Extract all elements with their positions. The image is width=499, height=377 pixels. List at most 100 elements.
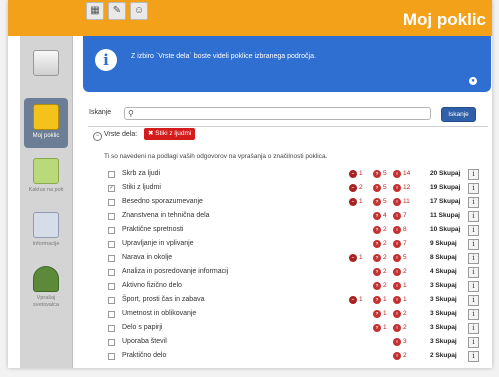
info-button[interactable]: i xyxy=(468,351,479,362)
item-label[interactable]: Analiza in posredovanje informacij xyxy=(122,267,228,277)
list-item[interactable]: Skrb za ljudi −1? 5! 14 20 Skupaj i xyxy=(104,169,484,181)
item-label[interactable]: Praktične spretnosti xyxy=(122,225,183,235)
total-count: 3 Skupaj xyxy=(430,338,457,345)
count-1: 1 xyxy=(359,170,363,177)
count-3: 7 xyxy=(403,212,407,219)
neutral-icon: ? xyxy=(373,198,381,206)
info-button[interactable]: i xyxy=(468,253,479,264)
item-label[interactable]: Upravljanje in vplivanje xyxy=(122,239,194,249)
item-checkbox[interactable] xyxy=(108,339,115,346)
item-checkbox[interactable] xyxy=(108,325,115,332)
list-item[interactable]: Analiza in posredovanje informacij? 2! 2 4 … xyxy=(104,267,484,279)
info-button[interactable]: i xyxy=(468,211,479,222)
item-label[interactable]: Narava in okolje xyxy=(122,253,172,263)
search-field[interactable]: ⚲ xyxy=(124,107,431,120)
info-button[interactable]: i xyxy=(468,295,479,306)
count-2: 2 xyxy=(383,282,387,289)
item-checkbox[interactable] xyxy=(108,255,115,262)
info-button[interactable]: i xyxy=(468,309,479,320)
item-label[interactable]: Delo s papirji xyxy=(122,323,162,333)
people-icon[interactable]: ☺ xyxy=(130,2,148,20)
info-button[interactable]: i xyxy=(468,169,479,180)
grid-icon[interactable]: ▦ xyxy=(86,2,104,20)
app-window: ▦ ✎ ☺ Moj poklic Moj poklic Kaktus na po… xyxy=(8,0,492,368)
count-3: 5 xyxy=(403,254,407,261)
alert-icon: ! xyxy=(393,240,401,248)
count-3: 2 xyxy=(403,324,407,331)
remove-tag-icon[interactable]: ✖ xyxy=(148,130,153,137)
count-2: 5 xyxy=(383,184,387,191)
item-checkbox[interactable] xyxy=(108,227,115,234)
list-item[interactable]: ✓ Stiki z ljudmi −2? 5! 12 19 Skupaj i xyxy=(104,183,484,195)
sidebar-item-kaktus[interactable]: Kaktus na poti xyxy=(24,152,68,202)
neutral-icon: ? xyxy=(373,212,381,220)
item-label[interactable]: Besedno sporazumevanje xyxy=(122,197,203,207)
total-count: 3 Skupaj xyxy=(430,324,457,331)
item-label[interactable]: Skrb za ljudi xyxy=(122,169,160,179)
item-checkbox[interactable] xyxy=(108,171,115,178)
total-count: 20 Skupaj xyxy=(430,170,461,177)
close-icon[interactable]: ● xyxy=(469,77,477,85)
count-1: 1 xyxy=(359,296,363,303)
info-button[interactable]: i xyxy=(468,239,479,250)
alert-icon: ! xyxy=(393,254,401,262)
item-checkbox[interactable] xyxy=(108,213,115,220)
results-note: Ti so navedeni na podlagi vaših odgovoro… xyxy=(104,153,328,160)
sidebar-item-informacije[interactable]: Informacije xyxy=(24,206,68,256)
page-title: Moj poklic xyxy=(402,10,486,29)
sidebar-item-moj-poklic[interactable]: Moj poklic xyxy=(24,98,68,148)
info-button[interactable]: i xyxy=(468,337,479,348)
item-checkbox[interactable] xyxy=(108,269,115,276)
item-checkbox[interactable] xyxy=(108,311,115,318)
item-label[interactable]: Umetnost in oblikovanje xyxy=(122,309,196,319)
list-item[interactable]: Praktično delo! 2 2 Skupaj i xyxy=(104,351,484,363)
item-checkbox[interactable] xyxy=(108,283,115,290)
info-button[interactable]: i xyxy=(468,183,479,194)
count-2: 5 xyxy=(383,198,387,205)
top-bar: ▦ ✎ ☺ Moj poklic xyxy=(8,0,492,36)
list-item[interactable]: Praktične spretnosti? 2! 8 10 Skupaj i xyxy=(104,225,484,237)
filter-tag[interactable]: ✖ Stiki z ljudmi xyxy=(144,128,196,140)
collapse-icon[interactable]: − xyxy=(93,132,102,141)
info-button[interactable]: i xyxy=(468,225,479,236)
sidebar-item-label: Vprašaj svetovalca xyxy=(33,295,59,308)
item-label[interactable]: Uporaba števil xyxy=(122,337,167,347)
item-checkbox[interactable]: ✓ xyxy=(108,185,115,192)
item-checkbox[interactable] xyxy=(108,297,115,304)
total-count: 3 Skupaj xyxy=(430,282,457,289)
info-button[interactable]: i xyxy=(468,323,479,334)
minus-icon: − xyxy=(349,296,357,304)
info-button[interactable]: i xyxy=(468,267,479,278)
list-item[interactable]: Aktivno fizično delo? 2! 1 3 Skupaj i xyxy=(104,281,484,293)
count-2: 2 xyxy=(383,268,387,275)
list-item[interactable]: Narava in okolje −1? 2! 5 8 Skupaj i xyxy=(104,253,484,265)
item-label[interactable]: Aktivno fizično delo xyxy=(122,281,182,291)
count-3: 2 xyxy=(403,268,407,275)
list-item[interactable]: Umetnost in oblikovanje? 1! 2 3 Skupaj i xyxy=(104,309,484,321)
item-label[interactable]: Praktično delo xyxy=(122,351,166,361)
count-2: 1 xyxy=(383,310,387,317)
sidebar-item-documents[interactable] xyxy=(24,44,68,94)
list-item[interactable]: Besedno sporazumevanje −1? 5! 11 17 Skupaj i xyxy=(104,197,484,209)
list-item[interactable]: Upravljanje in vplivanje? 2! 7 9 Skupaj i xyxy=(104,239,484,251)
alert-icon: ! xyxy=(393,212,401,220)
item-checkbox[interactable] xyxy=(108,199,115,206)
count-3: 7 xyxy=(403,240,407,247)
item-label[interactable]: Znanstvena in tehnična dela xyxy=(122,211,210,221)
item-checkbox[interactable] xyxy=(108,241,115,248)
info-button[interactable]: i xyxy=(468,281,479,292)
search-button[interactable]: Iskanje xyxy=(441,107,476,122)
sidebar-item-svetovalec[interactable]: Vprašaj svetovalca xyxy=(24,260,68,310)
list-item[interactable]: Šport, prosti čas in zabava −1? 1! 1 3 Skupa… xyxy=(104,295,484,307)
info-button[interactable]: i xyxy=(468,197,479,208)
item-label[interactable]: Stiki z ljudmi xyxy=(122,183,161,193)
minus-icon: − xyxy=(349,184,357,192)
item-label[interactable]: Šport, prosti čas in zabava xyxy=(122,295,205,305)
filter-label: Vrste dela: xyxy=(104,131,138,138)
edit-icon[interactable]: ✎ xyxy=(108,2,126,20)
list-item[interactable]: Delo s papirji? 1! 2 3 Skupaj i xyxy=(104,323,484,335)
search-input[interactable] xyxy=(138,108,426,119)
list-item[interactable]: Znanstvena in tehnična dela? 4! 7 11 Skupaj… xyxy=(104,211,484,223)
list-item[interactable]: Uporaba števil! 3 3 Skupaj i xyxy=(104,337,484,349)
item-checkbox[interactable] xyxy=(108,353,115,360)
